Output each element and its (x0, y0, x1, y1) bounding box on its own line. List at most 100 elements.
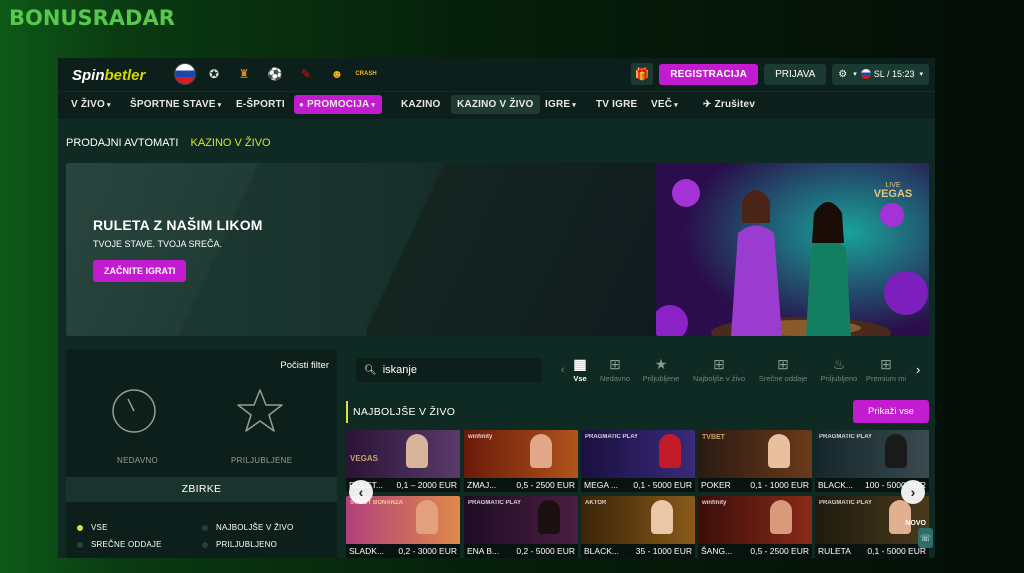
star-icon: ★ (654, 355, 668, 372)
category-label: Premium mi (865, 374, 906, 383)
game-tile[interactable]: AKTOR BLACK... 35 - 1000 EUR (581, 496, 695, 558)
game-tile[interactable]: PRAGMATIC PLAY ENA B... 0,2 - 5000 EUR (464, 496, 578, 558)
settings-dropdown[interactable]: ⚙ ▾ SL / 15:23 ▾ (832, 63, 929, 85)
slovakia-flag-icon[interactable] (174, 63, 196, 85)
game-name: BLACK... (818, 480, 853, 490)
chevron-down-icon: ▾ (106, 102, 111, 109)
gift-icon[interactable]: 🎁 (631, 63, 654, 85)
dealer-image (530, 434, 552, 468)
game-limit: 0,1 – 2000 EUR (396, 480, 457, 490)
breadcrumb-slots[interactable]: PRODAJNI AVTOMATI (66, 137, 178, 149)
logo[interactable]: Spinbetler (72, 67, 145, 84)
game-name: ENA B... (467, 546, 500, 556)
slovenia-flag-icon (860, 69, 871, 79)
crash-game-icon[interactable]: CRASH (355, 64, 377, 84)
nav-live[interactable]: V ŽIVO ▾ (71, 99, 111, 110)
collection-label: VSE (91, 523, 108, 532)
game-provider: TVBET (702, 434, 725, 441)
collection-lucky-shows[interactable]: SREČNE ODDAJE (77, 540, 162, 549)
top-bar: Spinbetler ✪ ♜ ⚽ ✎ ☻ CRASH 🎁 REGISTRACIJ… (58, 58, 935, 91)
brand-icon-1[interactable]: ✎ (296, 64, 316, 84)
support-chat-icon[interactable]: ☏ (918, 528, 933, 548)
dealer-image (889, 500, 911, 534)
nav-crash[interactable]: ✈ Zrušitev (703, 99, 755, 110)
europa-league-icon[interactable]: ♜ (234, 64, 254, 84)
carousel-prev-button[interactable]: ‹ (349, 480, 373, 504)
nav-label: KAZINO V ŽIVO (457, 99, 534, 110)
promo-banner[interactable]: RULETA Z NAŠIM LIKOM TVOJE STAVE. TVOJA … (66, 163, 929, 336)
banner-subtitle: TVOJE STAVE. TVOJA SREČA. (93, 239, 223, 249)
breadcrumb-live-casino[interactable]: KAZINO V ŽIVO (191, 137, 271, 149)
game-provider: AKTOR (585, 500, 607, 506)
category-label: Najboljše v živo (692, 374, 746, 383)
football-icon[interactable]: ⚽ (265, 64, 285, 84)
nav-sports[interactable]: ŠPORTNE STAVE ▾ (130, 99, 221, 110)
game-tile[interactable]: winfinity ŠANG... 0,5 - 2500 EUR (698, 496, 812, 558)
recent-clock-icon[interactable] (110, 387, 158, 435)
game-tile[interactable]: PRAGMATIC PLAY NOVO RULETA 0,1 - 5000 EUR (815, 496, 929, 558)
dealer-image (416, 500, 438, 534)
nav-promotion[interactable]: ● PROMOCIJA ▾ (294, 95, 383, 114)
nav-esports[interactable]: E-ŠPORTI (236, 99, 285, 110)
category-best-live[interactable]: ⊞ Najboljše v živo (689, 354, 749, 384)
collection-popular[interactable]: PRILJUBLJENO (202, 540, 277, 549)
game-name: ZMAJ... (467, 480, 497, 490)
champions-league-icon[interactable]: ✪ (204, 64, 224, 84)
search-icon: 🔍︎ (364, 364, 377, 376)
chevron-right-icon[interactable]: › (916, 362, 920, 377)
breadcrumb: PRODAJNI AVTOMATI KAZINO V ŽIVO (66, 137, 271, 149)
search-input[interactable]: 🔍︎ iskanje (356, 358, 542, 382)
game-info-bar: BLACK... 35 - 1000 EUR (581, 544, 695, 558)
category-favorites[interactable]: ★ Priljubljene (631, 354, 691, 384)
favorites-label: PRILJUBLJENE (231, 456, 293, 465)
chevron-down-icon: ▾ (217, 102, 222, 109)
game-tile[interactable]: winfinity ZMAJ... 0,5 - 2500 EUR (464, 430, 578, 492)
register-button[interactable]: REGISTRACIJA (659, 63, 759, 85)
collection-best-live[interactable]: NAJBOLJŠE V ŽIVO (202, 523, 293, 532)
premium-tv-icon: ⊞ (880, 355, 892, 372)
clear-filter-button[interactable]: Počisti filter (280, 360, 329, 371)
game-tile[interactable]: SWEET BONANZA SLADK... 0,2 - 3000 EUR (346, 496, 460, 558)
category-label: Srečne oddaje (758, 374, 808, 383)
game-provider: PRAGMATIC PLAY (468, 500, 522, 506)
login-button[interactable]: PRIJAVA (764, 63, 827, 85)
nav-more[interactable]: VEČ ▾ (651, 99, 678, 110)
banner-shade (366, 163, 666, 336)
nav-label: PROMOCIJA (307, 99, 370, 110)
nav-games[interactable]: IGRE ▾ (545, 99, 576, 110)
dealer-image (770, 500, 792, 534)
game-tile[interactable]: PRAGMATIC PLAY MEGA ... 0,1 - 5000 EUR (581, 430, 695, 492)
dealer-image (406, 434, 428, 468)
star-icon[interactable] (236, 387, 284, 435)
nav-label: ŠPORTNE STAVE (130, 99, 216, 110)
section-title: NAJBOLJŠE V ŽIVO (346, 401, 455, 423)
nav-label: VEČ (651, 99, 673, 110)
filter-panel: Počisti filter NEDAVNO PRILJUBLJENE ZBIR… (66, 349, 337, 558)
category-lucky-shows[interactable]: ⊞ Srečne oddaje (753, 354, 813, 384)
brand-icon-2[interactable]: ☻ (327, 64, 347, 84)
show-all-button[interactable]: Prikaži vse (853, 400, 929, 423)
game-tile[interactable]: TVBET POKER 0,1 - 1000 EUR (698, 430, 812, 492)
collection-label: PRILJUBLJENO (216, 540, 278, 549)
game-info-bar: MEGA ... 0,1 - 5000 EUR (581, 478, 695, 492)
banner-badge: VEGAS (874, 188, 913, 200)
nav-tv-games[interactable]: TV IGRE (596, 99, 637, 110)
recent-label: NEDAVNO (117, 456, 159, 465)
carousel-next-button[interactable]: › (901, 480, 925, 504)
game-limit: 0,2 - 5000 EUR (516, 546, 575, 556)
dealer-image (885, 434, 907, 468)
start-playing-button[interactable]: ZAČNITE IGRATI (93, 260, 187, 282)
game-info-bar: RULETA 0,1 - 5000 EUR (815, 544, 929, 558)
chevron-right-icon: › (910, 484, 916, 500)
category-popular[interactable]: ♨ Priljubljeno (809, 354, 869, 384)
chevron-down-icon: ▾ (674, 102, 678, 109)
nav-casino[interactable]: KAZINO (401, 99, 441, 110)
collection-all[interactable]: VSE (77, 523, 108, 532)
game-info-bar: SLADK... 0,2 - 3000 EUR (346, 544, 460, 558)
language-time-selector[interactable]: SL / 15:23 ▾ (860, 69, 923, 79)
game-name: MEGA ... (584, 480, 619, 490)
category-premium[interactable]: ⊞ Premium mi (861, 354, 911, 384)
crash-label: CRASH (355, 71, 377, 77)
collection-label: SREČNE ODDAJE (91, 540, 162, 549)
nav-live-casino[interactable]: KAZINO V ŽIVO (451, 95, 540, 114)
